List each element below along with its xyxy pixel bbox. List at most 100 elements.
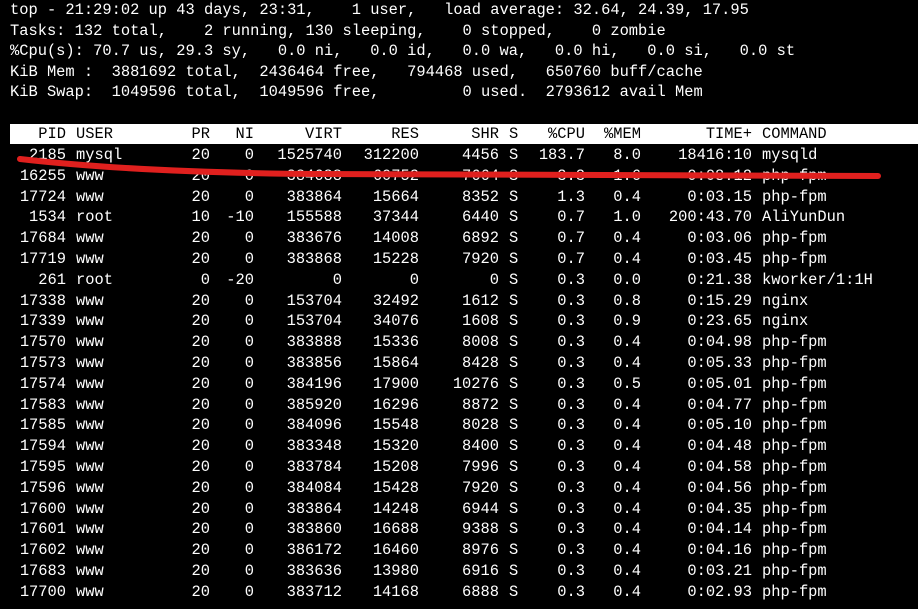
cell-user: www [76,312,104,331]
cell-s: S [509,478,519,497]
cell-ni: 0 [244,291,254,310]
cell-pid: 17600 [19,499,66,518]
cell-virt: 155588 [286,208,342,227]
cell-pid: 261 [38,270,66,289]
cell-shr: 8428 [462,354,499,372]
cell-s: S [509,458,519,476]
cell-pr: 20 [191,333,210,352]
column-header-user: USER [76,125,113,143]
cell-command: php-fpm [762,166,827,185]
cell-ni: 0 [244,520,254,539]
cell-time: 0:04.48 [687,437,752,456]
cell-s: S [509,582,519,601]
cell-time: 0:03.06 [687,229,752,248]
cell-virt: 1525740 [277,146,342,164]
cell-shr: 10276 [452,374,499,393]
cell-shr: 6888 [462,582,499,601]
cell-cpu: 0.3 [557,333,585,352]
cell-user: www [76,520,104,539]
cell-ni: 0 [244,499,254,518]
cell-pr: 20 [191,395,210,414]
terminal-window[interactable]: top - 21:29:02 up 43 days, 23:31, 1 user… [0,0,918,609]
cell-ni: 0 [244,478,254,497]
cell-pr: 20 [191,312,210,331]
cell-pr: 20 [191,582,210,601]
cell-pr: 20 [191,499,210,518]
cell-command: php-fpm [762,250,827,268]
cell-ni: 0 [244,458,254,476]
cell-pid: 17585 [19,416,66,435]
cell-s: S [509,250,519,268]
cell-user: mysql [76,146,123,164]
cell-virt: 153704 [286,312,342,331]
cell-time: 0:04.16 [687,541,752,560]
cell-shr: 6892 [462,229,499,248]
cell-user: root [76,270,113,289]
cell-virt: 153704 [286,291,342,310]
cell-s: S [509,270,519,289]
cell-command: mysqld [762,146,818,164]
cell-user: www [76,229,104,248]
cell-pid: 17601 [19,520,66,539]
cell-mem: 0.4 [613,333,641,352]
cell-cpu: 0.7 [557,208,585,227]
cell-command: php-fpm [762,354,827,372]
cell-user: www [76,354,104,372]
cell-mem: 0.4 [613,520,641,539]
cell-mem: 8.0 [613,146,641,164]
cell-s: S [509,520,519,539]
cell-virt: 384096 [286,416,342,435]
cell-time: 18416:10 [678,146,752,164]
cell-user: www [76,499,104,518]
cell-command: php-fpm [762,333,827,352]
cell-res: 15320 [372,437,419,456]
cell-shr: 0 [489,270,499,289]
column-header-res: RES [391,125,419,143]
cell-virt: 383868 [286,250,342,268]
cell-s: S [509,437,519,456]
cell-s: S [509,562,519,580]
cell-s: S [509,208,519,227]
cell-command: php-fpm [762,458,827,476]
cell-cpu: 0.3 [557,520,585,539]
cell-mem: 0.0 [613,270,641,289]
column-header-cpu: %CPU [548,125,585,143]
cell-mem: 0.4 [613,437,641,456]
cell-ni: 0 [244,562,254,580]
cell-mem: 0.4 [613,416,641,435]
cell-s: S [509,395,519,414]
cell-ni: 0 [244,374,254,393]
cell-s: S [509,416,519,435]
cell-virt: 386172 [286,541,342,560]
cell-pr: 20 [191,416,210,435]
cell-s: S [509,229,519,248]
cell-user: www [76,187,104,206]
cell-pr: 20 [191,166,210,185]
cell-pr: 20 [191,374,210,393]
cell-command: php-fpm [762,499,827,518]
cell-pr: 0 [200,270,210,289]
cell-ni: 0 [244,416,254,435]
cell-pr: 10 [191,208,210,227]
cell-time: 0:15.29 [687,291,752,310]
cell-ni: -20 [226,270,254,289]
column-header-time: TIME+ [705,125,752,143]
cell-virt: 383636 [286,562,342,580]
cell-s: S [509,499,519,518]
cell-s: S [509,291,519,310]
cell-command: php-fpm [762,187,827,206]
cell-res: 312200 [363,146,419,164]
cell-pid: 17684 [19,229,66,248]
cell-mem: 0.4 [613,354,641,372]
cell-cpu: 0.3 [557,312,585,331]
cell-mem: 0.5 [613,374,641,393]
cell-pr: 20 [191,541,210,560]
swap-line: KiB Swap: 1049596 total, 1049596 free, 0… [10,83,703,101]
cell-time: 0:03.15 [687,187,752,206]
cell-user: www [76,291,104,310]
cell-user: www [76,541,104,560]
cell-s: S [509,166,519,185]
cell-mem: 0.4 [613,582,641,601]
cell-virt: 383784 [286,458,342,476]
cell-pr: 20 [191,229,210,248]
